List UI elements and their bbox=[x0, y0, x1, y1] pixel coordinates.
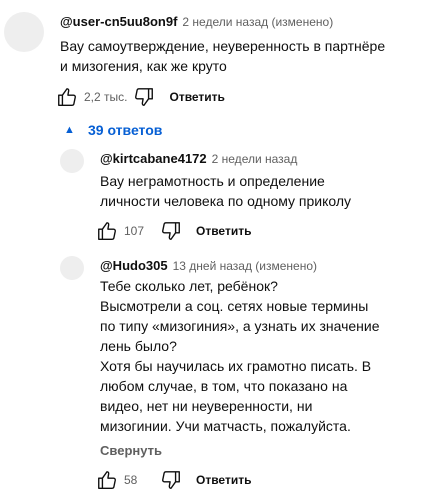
reply-comment: @Hudo305 13 дней назад (изменено) Тебе ск… bbox=[0, 252, 429, 495]
replies-toggle-button[interactable]: ▲ 39 ответов bbox=[64, 122, 162, 138]
replies-count-label: 39 ответов bbox=[88, 122, 163, 138]
comment-text-line: и мизогения, как же круто bbox=[60, 58, 227, 74]
comment-text-line: Вау самоутверждение, неуверенность в пар… bbox=[60, 38, 386, 54]
reply-author[interactable]: @Hudo305 bbox=[100, 258, 168, 273]
reply-button[interactable]: Ответить bbox=[196, 473, 251, 487]
comment-thread: @user-cn5uu8on9f 2 недели назад (изменено… bbox=[0, 0, 429, 120]
thumbs-down-icon[interactable] bbox=[133, 86, 155, 108]
avatar[interactable] bbox=[60, 149, 84, 173]
thumbs-up-icon[interactable] bbox=[96, 469, 118, 491]
like-count: 107 bbox=[124, 224, 145, 238]
like-count: 58 bbox=[124, 473, 138, 487]
reply-text: Вау неграмотность и определение личности… bbox=[100, 171, 351, 211]
reply-author[interactable]: @kirtcabane4172 bbox=[100, 151, 207, 166]
thumbs-down-icon[interactable] bbox=[160, 469, 182, 491]
reply-text-line: видео, нет ни неуверенности, ни bbox=[100, 398, 313, 414]
reply-actions: 58 Ответить bbox=[96, 468, 251, 492]
collapse-button[interactable]: Свернуть bbox=[100, 443, 162, 458]
thumbs-down-icon[interactable] bbox=[160, 220, 182, 242]
comment-header: @user-cn5uu8on9f 2 недели назад (изменено… bbox=[60, 14, 333, 30]
reply-comment: @kirtcabane4172 2 недели назад Вау неграм… bbox=[0, 145, 429, 245]
reply-actions: 107 Ответить bbox=[96, 219, 251, 243]
like-count: 2,2 тыс. bbox=[84, 90, 128, 104]
reply-text-line: личности человека по одному приколу bbox=[100, 193, 352, 209]
reply-button[interactable]: Ответить bbox=[196, 224, 251, 238]
comment-actions: 2,2 тыс. Ответить bbox=[56, 85, 225, 109]
reply-text-line: Вау неграмотность и определение bbox=[100, 173, 325, 189]
reply-text-line: Высмотрели а соц. сетях новые термины bbox=[100, 298, 369, 314]
reply-timestamp[interactable]: 2 недели назад bbox=[212, 152, 298, 166]
reply-button[interactable]: Ответить bbox=[169, 90, 224, 104]
reply-text-line: Хотя бы научилась их грамотно писать. В bbox=[100, 358, 372, 374]
reply-text-line: мизогинии. Учи матчасть, пожалуйста. bbox=[100, 418, 351, 434]
reply-text-line: лень было? bbox=[100, 338, 177, 354]
comment-text: Вау самоутверждение, неуверенность в пар… bbox=[60, 36, 385, 76]
comment-author[interactable]: @user-cn5uu8on9f bbox=[60, 14, 177, 29]
thumbs-up-icon[interactable] bbox=[56, 86, 78, 108]
reply-header: @kirtcabane4172 2 недели назад bbox=[100, 151, 297, 167]
comment-timestamp[interactable]: 2 недели назад (изменено) bbox=[182, 15, 333, 29]
reply-text-line: любом случае, в том, что показано на bbox=[100, 378, 348, 394]
avatar[interactable] bbox=[4, 12, 44, 52]
reply-text-line: по типу «мизогиния», а узнать их значени… bbox=[100, 318, 380, 334]
reply-text: Тебе сколько лет, ребёнок? Высмотрели а … bbox=[100, 276, 380, 436]
reply-timestamp[interactable]: 13 дней назад (изменено) bbox=[173, 259, 317, 273]
avatar[interactable] bbox=[60, 256, 84, 280]
caret-up-icon: ▲ bbox=[64, 124, 75, 136]
reply-header: @Hudo305 13 дней назад (изменено) bbox=[100, 258, 317, 274]
reply-text-line: Тебе сколько лет, ребёнок? bbox=[100, 278, 278, 294]
thumbs-up-icon[interactable] bbox=[96, 220, 118, 242]
